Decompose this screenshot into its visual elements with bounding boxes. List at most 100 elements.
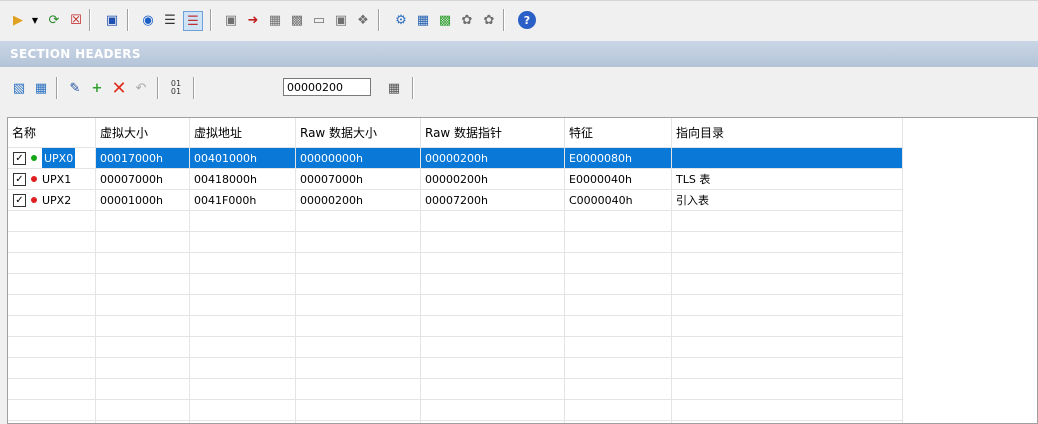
empty-cell <box>96 400 190 421</box>
status-dot <box>31 176 37 182</box>
open-icon[interactable]: ▶ <box>9 11 27 29</box>
section-copy-icon[interactable]: ▧ <box>10 79 28 97</box>
empty-cell <box>8 316 96 337</box>
empty-cell <box>421 274 565 295</box>
dir-cell: TLS 表 <box>672 169 903 190</box>
checkbox[interactable]: ✓ <box>13 194 26 207</box>
rptr-cell: 00000200h <box>421 148 565 169</box>
paste-icon[interactable]: ▣ <box>332 11 350 29</box>
delete-section-icon[interactable]: ✕ <box>110 78 128 99</box>
rptr-cell: 00000200h <box>421 169 565 190</box>
empty-cell <box>296 211 421 232</box>
rebuild-icon[interactable]: ▩ <box>288 11 306 29</box>
empty-cell <box>296 379 421 400</box>
dependency-icon[interactable]: ▦ <box>414 11 432 29</box>
empty-cell <box>96 253 190 274</box>
module-icon[interactable]: ▩ <box>436 11 454 29</box>
chars-cell: E0000040h <box>565 169 672 190</box>
empty-cell <box>296 316 421 337</box>
empty-cell <box>565 253 672 274</box>
dir-cell <box>672 148 903 169</box>
table-row[interactable]: ✓ UPX1 00007000h 00418000h 00007000h 000… <box>8 169 1037 190</box>
table-row[interactable]: ✓ UPX0 00017000h 00401000h 00000000h 000… <box>8 148 1037 169</box>
checkbox[interactable]: ✓ <box>13 152 26 165</box>
table-header: 名称 虚拟大小 虚拟地址 Raw 数据大小 Raw 数据指针 特征 指向目录 <box>8 118 1037 148</box>
empty-row <box>8 211 1037 232</box>
empty-row <box>8 274 1037 295</box>
empty-cell <box>421 253 565 274</box>
column-header-dir[interactable]: 指向目录 <box>672 118 903 148</box>
empty-cell <box>96 295 190 316</box>
move-icon[interactable]: ❖ <box>354 11 372 29</box>
empty-row <box>8 337 1037 358</box>
empty-row <box>8 232 1037 253</box>
empty-cell <box>8 253 96 274</box>
empty-cell <box>421 400 565 421</box>
empty-cell <box>8 358 96 379</box>
chars-cell: E0000080h <box>565 148 672 169</box>
copy-icon[interactable]: ▭ <box>310 11 328 29</box>
empty-cell <box>565 316 672 337</box>
empty-cell <box>96 316 190 337</box>
binary-icon[interactable]: 01 01 <box>167 79 185 97</box>
empty-cell <box>96 358 190 379</box>
separator <box>193 77 195 99</box>
status-dot <box>31 155 37 161</box>
empty-cell <box>8 232 96 253</box>
empty-cell <box>421 379 565 400</box>
empty-row <box>8 379 1037 400</box>
save-icon[interactable]: ▣ <box>103 11 121 29</box>
column-header-vsize[interactable]: 虚拟大小 <box>96 118 190 148</box>
tree-icon[interactable]: ☰ <box>161 11 179 29</box>
dir-cell: 引入表 <box>672 190 903 211</box>
info-icon[interactable]: ◉ <box>139 11 157 29</box>
list-icon[interactable]: ☰ <box>183 11 203 31</box>
plugin2-icon[interactable]: ✿ <box>480 11 498 29</box>
column-header-rsize[interactable]: Raw 数据大小 <box>296 118 421 148</box>
section-paste-icon[interactable]: ▦ <box>32 79 50 97</box>
add-section-icon[interactable]: + <box>88 79 106 97</box>
rsize-cell: 00000000h <box>296 148 421 169</box>
calculator-icon[interactable]: ▦ <box>385 79 403 97</box>
name-cell[interactable]: ✓ UPX1 <box>8 169 96 190</box>
import-icon[interactable]: ▣ <box>222 11 240 29</box>
dropdown-arrow-icon[interactable]: ▼ <box>26 11 44 29</box>
chars-cell: C0000040h <box>565 190 672 211</box>
export-icon[interactable]: ➜ <box>244 11 262 29</box>
table-row[interactable]: ✓ UPX2 00001000h 0041F000h 00000200h 000… <box>8 190 1037 211</box>
name-cell[interactable]: ✓ UPX2 <box>8 190 96 211</box>
column-header-chars[interactable]: 特征 <box>565 118 672 148</box>
add-icon[interactable]: ▦ <box>266 11 284 29</box>
empty-cell <box>672 253 903 274</box>
name-cell[interactable]: ✓ UPX0 <box>8 148 96 169</box>
checkbox[interactable]: ✓ <box>13 173 26 186</box>
empty-cell <box>296 358 421 379</box>
settings-icon[interactable]: ⚙ <box>392 11 410 29</box>
column-header-vaddr[interactable]: 虚拟地址 <box>190 118 296 148</box>
empty-cell <box>565 274 672 295</box>
column-header-rptr[interactable]: Raw 数据指针 <box>421 118 565 148</box>
address-input[interactable]: 00000200 <box>283 78 371 96</box>
help-icon[interactable]: ? <box>518 11 536 29</box>
empty-cell <box>190 232 296 253</box>
column-header-name[interactable]: 名称 <box>8 118 96 148</box>
empty-cell <box>190 379 296 400</box>
refresh-icon[interactable]: ⟳ <box>45 11 63 29</box>
separator <box>503 9 505 31</box>
undo-icon[interactable]: ↶ <box>132 79 150 97</box>
empty-cell <box>672 295 903 316</box>
rsize-cell: 00000200h <box>296 190 421 211</box>
close-file-icon[interactable]: ☒ <box>67 11 85 29</box>
plugin-icon[interactable]: ✿ <box>458 11 476 29</box>
status-dot <box>31 197 37 203</box>
empty-cell <box>190 253 296 274</box>
separator <box>89 9 91 31</box>
empty-cell <box>190 400 296 421</box>
empty-cell <box>190 316 296 337</box>
edit-section-icon[interactable]: ✎ <box>66 79 84 97</box>
empty-cell <box>421 232 565 253</box>
empty-cell <box>565 400 672 421</box>
section-toolbar: ▧ ▦ ✎ + ✕ ↶ 01 01 00000200 ▦ <box>0 67 1038 111</box>
rsize-cell: 00007000h <box>296 169 421 190</box>
empty-cell <box>296 337 421 358</box>
